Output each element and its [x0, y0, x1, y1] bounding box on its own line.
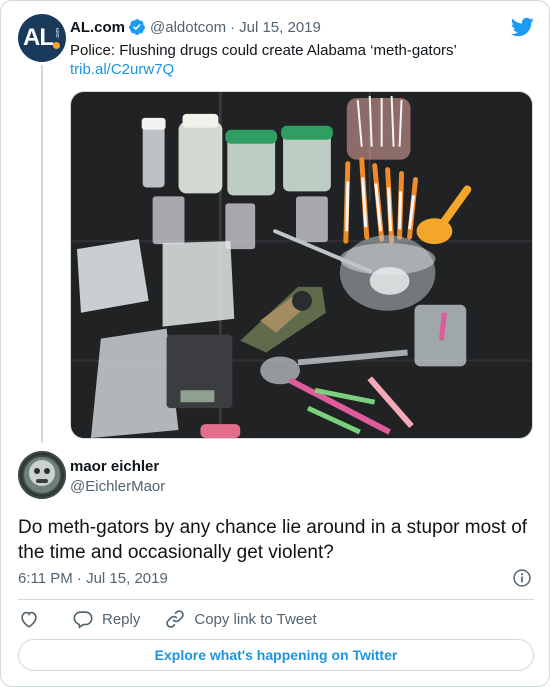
reply-icon: [73, 611, 93, 629]
copy-link-label: Copy link to Tweet: [194, 610, 317, 628]
verified-icon: [128, 18, 146, 36]
reply-timestamp[interactable]: 6:11 PM · Jul 15, 2019: [18, 569, 168, 588]
avatar-logo-text: AL: [23, 24, 54, 51]
copy-link-button[interactable]: Copy link to Tweet: [164, 608, 317, 630]
quoted-tweet-link[interactable]: trib.al/C2urw7Q: [70, 60, 174, 79]
tweet-embed-card: AL .com AL.com @aldotcom · Jul 15, 2019 …: [0, 0, 550, 687]
tweet-actions-bar: Reply Copy link to Tweet: [18, 607, 317, 631]
header-separator: ·: [230, 18, 236, 36]
avatar-logo-subtext: .com: [55, 28, 61, 39]
reply-author-handle[interactable]: @EichlerMaor: [70, 477, 165, 496]
quoted-tweet-text: Police: Flushing drugs could create Alab…: [70, 42, 457, 59]
maor-eichler-avatar[interactable]: [18, 451, 66, 499]
heart-icon: [21, 611, 37, 628]
reply-tweet-text: Do meth-gators by any chance lie around …: [18, 517, 528, 563]
link-icon: [166, 610, 185, 628]
reply-label: Reply: [102, 610, 141, 628]
photo-drug-paraphernalia-image: [71, 92, 532, 438]
actions-divider: [18, 599, 534, 600]
avatar-portrait-image: [18, 451, 66, 499]
tweet-photo[interactable]: [70, 91, 533, 439]
explore-twitter-button[interactable]: Explore what's happening on Twitter: [18, 639, 534, 671]
quoted-tweet-date[interactable]: Jul 15, 2019: [239, 19, 321, 36]
quoted-tweet-header: AL.com @aldotcom · Jul 15, 2019: [70, 17, 321, 37]
thread-connector-line: [41, 65, 43, 443]
twitter-bird-icon[interactable]: [510, 15, 534, 39]
quoted-author-name[interactable]: AL.com: [70, 19, 125, 36]
aldotcom-avatar[interactable]: AL .com: [18, 14, 66, 62]
like-button[interactable]: [18, 608, 40, 630]
reply-button[interactable]: Reply: [72, 608, 140, 630]
reply-author-name[interactable]: maor eichler: [70, 457, 159, 476]
quoted-author-handle[interactable]: @aldotcom: [150, 19, 226, 36]
info-icon[interactable]: [512, 568, 532, 588]
avatar-logo-dot: [53, 42, 60, 49]
